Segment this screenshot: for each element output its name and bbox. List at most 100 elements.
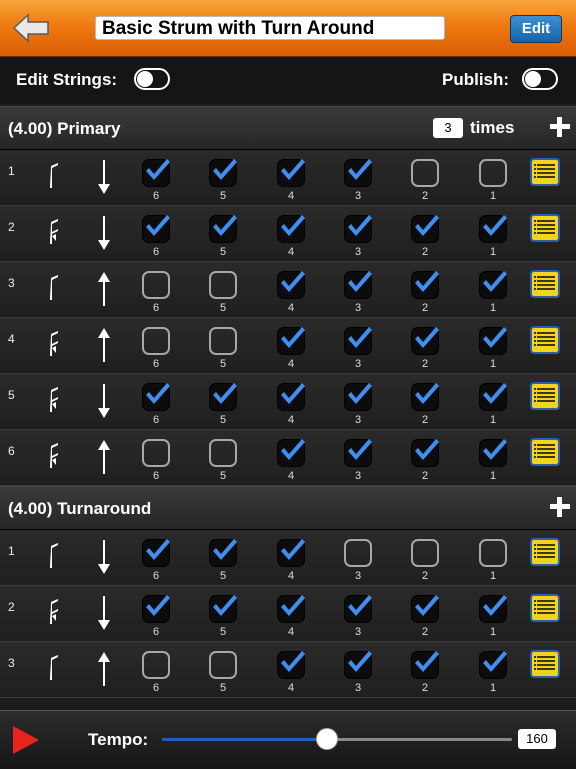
add-row-button[interactable] bbox=[548, 495, 572, 519]
edit-strings-toggle[interactable] bbox=[134, 68, 170, 90]
string-checkbox[interactable] bbox=[276, 270, 306, 300]
string-checkbox[interactable] bbox=[208, 158, 238, 188]
note-duration-button[interactable] bbox=[47, 163, 61, 189]
row-number: 4 bbox=[8, 332, 15, 346]
string-checkbox[interactable] bbox=[208, 650, 238, 680]
note-duration-button[interactable] bbox=[47, 443, 61, 469]
string-checkbox[interactable] bbox=[343, 158, 373, 188]
strum-direction-button[interactable] bbox=[97, 384, 111, 418]
string-checkbox[interactable] bbox=[276, 538, 306, 568]
strum-direction-button[interactable] bbox=[97, 160, 111, 194]
string-checkbox[interactable] bbox=[276, 214, 306, 244]
strum-direction-button[interactable] bbox=[97, 596, 111, 630]
string-checkbox[interactable] bbox=[276, 382, 306, 412]
string-checkbox[interactable] bbox=[410, 538, 440, 568]
string-checkbox[interactable] bbox=[343, 382, 373, 412]
string-checkbox[interactable] bbox=[141, 270, 171, 300]
note-duration-button[interactable] bbox=[47, 543, 61, 569]
pattern-title-field[interactable]: Basic Strum with Turn Around bbox=[95, 16, 445, 40]
string-checkbox[interactable] bbox=[208, 382, 238, 412]
strum-direction-button[interactable] bbox=[97, 652, 111, 686]
string-checkbox[interactable] bbox=[141, 382, 171, 412]
string-number-label: 4 bbox=[287, 682, 295, 694]
string-checkbox[interactable] bbox=[410, 382, 440, 412]
string-checkbox[interactable] bbox=[478, 270, 508, 300]
row-details-button[interactable] bbox=[530, 650, 560, 678]
repeat-count-field[interactable]: 3 bbox=[433, 118, 463, 138]
string-checkbox[interactable] bbox=[208, 594, 238, 624]
string-checkbox[interactable] bbox=[410, 214, 440, 244]
note-duration-button[interactable] bbox=[47, 387, 61, 413]
strum-direction-button[interactable] bbox=[97, 540, 111, 574]
string-checkbox[interactable] bbox=[343, 438, 373, 468]
string-number-label: 4 bbox=[287, 302, 295, 314]
note-duration-button[interactable] bbox=[47, 599, 61, 625]
note-duration-button[interactable] bbox=[47, 275, 61, 301]
string-checkbox[interactable] bbox=[208, 326, 238, 356]
string-checkbox[interactable] bbox=[208, 538, 238, 568]
strum-direction-button[interactable] bbox=[97, 216, 111, 250]
string-checkbox[interactable] bbox=[478, 158, 508, 188]
note-duration-button[interactable] bbox=[47, 655, 61, 681]
strum-direction-button[interactable] bbox=[97, 328, 111, 362]
string-checkbox[interactable] bbox=[208, 270, 238, 300]
publish-toggle[interactable] bbox=[522, 68, 558, 90]
arrow-down-icon bbox=[98, 540, 110, 574]
tempo-slider-thumb[interactable] bbox=[315, 728, 338, 750]
string-checkbox[interactable] bbox=[141, 214, 171, 244]
row-details-button[interactable] bbox=[530, 382, 560, 410]
string-checkbox[interactable] bbox=[276, 326, 306, 356]
play-button[interactable] bbox=[12, 725, 40, 755]
row-details-button[interactable] bbox=[530, 158, 560, 186]
string-checkbox[interactable] bbox=[141, 650, 171, 680]
string-checkbox[interactable] bbox=[343, 594, 373, 624]
string-checkbox[interactable] bbox=[478, 538, 508, 568]
note-duration-button[interactable] bbox=[47, 331, 61, 357]
string-checkbox[interactable] bbox=[276, 594, 306, 624]
row-details-button[interactable] bbox=[530, 214, 560, 242]
string-checkbox[interactable] bbox=[343, 214, 373, 244]
string-checkbox[interactable] bbox=[343, 326, 373, 356]
strum-direction-button[interactable] bbox=[97, 272, 111, 306]
string-checkbox[interactable] bbox=[208, 214, 238, 244]
string-checkbox[interactable] bbox=[410, 270, 440, 300]
string-checkbox[interactable] bbox=[343, 650, 373, 680]
string-checkbox[interactable] bbox=[141, 538, 171, 568]
string-checkbox[interactable] bbox=[478, 438, 508, 468]
string-checkbox[interactable] bbox=[478, 214, 508, 244]
string-checkbox[interactable] bbox=[141, 158, 171, 188]
add-row-button[interactable] bbox=[548, 115, 572, 139]
edit-button[interactable]: Edit bbox=[510, 15, 562, 43]
string-checkbox[interactable] bbox=[478, 650, 508, 680]
back-button[interactable] bbox=[12, 12, 52, 44]
checkmark-icon bbox=[281, 595, 305, 616]
row-details-button[interactable] bbox=[530, 538, 560, 566]
row-details-button[interactable] bbox=[530, 270, 560, 298]
string-checkbox[interactable] bbox=[276, 650, 306, 680]
string-checkbox[interactable] bbox=[478, 326, 508, 356]
string-checkbox[interactable] bbox=[141, 594, 171, 624]
note-duration-button[interactable] bbox=[47, 219, 61, 245]
string-checkbox[interactable] bbox=[410, 326, 440, 356]
strum-direction-button[interactable] bbox=[97, 440, 111, 474]
string-checkbox[interactable] bbox=[410, 438, 440, 468]
string-checkbox[interactable] bbox=[410, 594, 440, 624]
checkbox-box bbox=[142, 271, 170, 299]
string-checkbox[interactable] bbox=[208, 438, 238, 468]
string-checkbox[interactable] bbox=[343, 270, 373, 300]
string-checkbox[interactable] bbox=[276, 438, 306, 468]
row-details-button[interactable] bbox=[530, 326, 560, 354]
string-checkbox[interactable] bbox=[343, 538, 373, 568]
string-checkbox[interactable] bbox=[410, 650, 440, 680]
string-checkbox[interactable] bbox=[478, 382, 508, 412]
string-checkbox[interactable] bbox=[276, 158, 306, 188]
tempo-slider[interactable] bbox=[162, 728, 512, 750]
string-checkbox[interactable] bbox=[410, 158, 440, 188]
tempo-value-field[interactable]: 160 bbox=[518, 729, 556, 749]
row-details-button[interactable] bbox=[530, 438, 560, 466]
string-checkbox[interactable] bbox=[478, 594, 508, 624]
checkmark-icon bbox=[146, 595, 170, 616]
string-checkbox[interactable] bbox=[141, 438, 171, 468]
row-details-button[interactable] bbox=[530, 594, 560, 622]
string-checkbox[interactable] bbox=[141, 326, 171, 356]
